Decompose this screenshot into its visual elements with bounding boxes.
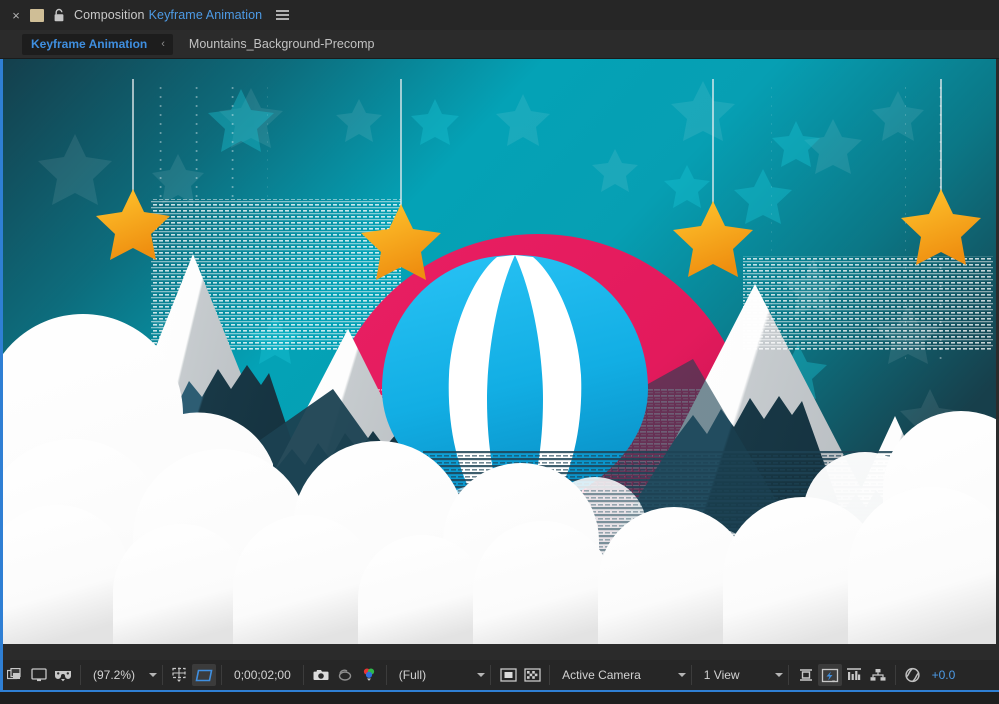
comp-flowchart-icon[interactable] (866, 664, 890, 686)
status-bar (0, 692, 999, 704)
timeline-icon[interactable] (842, 664, 866, 686)
composition-name-label: Keyframe Animation (148, 8, 263, 22)
fast-previews-icon[interactable] (817, 664, 842, 686)
toolbar-separator (162, 665, 164, 685)
composition-color-swatch[interactable] (30, 8, 44, 22)
choose-grid-and-guide-options-icon[interactable] (168, 664, 192, 686)
exposure-value[interactable]: +0.0 (932, 668, 956, 682)
region-of-interest-icon[interactable] (192, 664, 217, 686)
toolbar-separator (80, 665, 81, 685)
toggle-mask-and-shape-path-visibility-icon[interactable] (496, 664, 520, 686)
camera-selector[interactable]: Active Camera (555, 665, 648, 686)
show-last-snapshot-icon[interactable] (333, 664, 357, 686)
magnification-value[interactable]: (97.2%) (86, 665, 142, 686)
tab-label: Keyframe Animation (31, 37, 148, 51)
3d-view-glasses-icon[interactable] (51, 664, 75, 686)
camera-chevron-down-icon[interactable] (677, 673, 686, 677)
toolbar-separator (549, 665, 551, 685)
main-viewer-icon[interactable] (27, 664, 51, 686)
current-timecode[interactable]: 0;00;02;00 (227, 665, 298, 686)
illustration-artwork (3, 59, 996, 644)
composition-canvas[interactable] (3, 59, 996, 644)
close-icon[interactable]: × (10, 9, 22, 22)
tab-keyframe-animation[interactable]: Keyframe Animation ‹ (22, 33, 173, 55)
toolbar-separator (690, 665, 692, 685)
toolbar-separator (490, 665, 492, 685)
views-chevron-down-icon[interactable] (774, 673, 783, 677)
viewer-toolbar: (97.2%) 0;00;02;00 (Full) Active Camera … (0, 660, 999, 692)
panel-title: Composition Keyframe Animation (74, 8, 262, 22)
panel-menu-icon[interactable] (276, 10, 290, 20)
resolution-value[interactable]: (Full) (392, 665, 433, 686)
panel-title-bar: × Composition Keyframe Animation (0, 0, 999, 30)
toggle-pixel-aspect-ratio-correction-icon[interactable] (794, 664, 818, 686)
magnification-chevron-down-icon[interactable] (149, 673, 158, 677)
toolbar-separator (894, 665, 896, 685)
toolbar-separator (385, 665, 387, 685)
resolution-chevron-down-icon[interactable] (477, 673, 486, 677)
toolbar-separator (302, 665, 304, 685)
toolbar-separator (787, 665, 789, 685)
after-effects-composition-panel: × Composition Keyframe Animation Keyframe… (0, 0, 999, 704)
toolbar-group-view (3, 663, 75, 687)
always-preview-this-view-icon[interactable] (3, 664, 27, 686)
toolbar-separator (221, 665, 223, 685)
chevron-left-icon[interactable]: ‹ (161, 38, 165, 50)
composition-navigator-bar: Keyframe Animation ‹ Mountains_Backgroun… (0, 30, 999, 59)
toggle-transparency-grid-icon[interactable] (520, 664, 544, 686)
panel-type-label: Composition (74, 8, 145, 22)
lock-icon[interactable] (52, 8, 66, 23)
breadcrumb-mountains-background-precomp[interactable]: Mountains_Background-Precomp (189, 37, 375, 51)
reset-exposure-icon[interactable] (901, 664, 925, 686)
show-channel-rgb-icon[interactable] (357, 664, 381, 686)
take-snapshot-icon[interactable] (309, 664, 333, 686)
scanline-block-right (743, 256, 993, 351)
composition-viewer[interactable] (0, 59, 999, 660)
views-selector[interactable]: 1 View (697, 665, 747, 686)
